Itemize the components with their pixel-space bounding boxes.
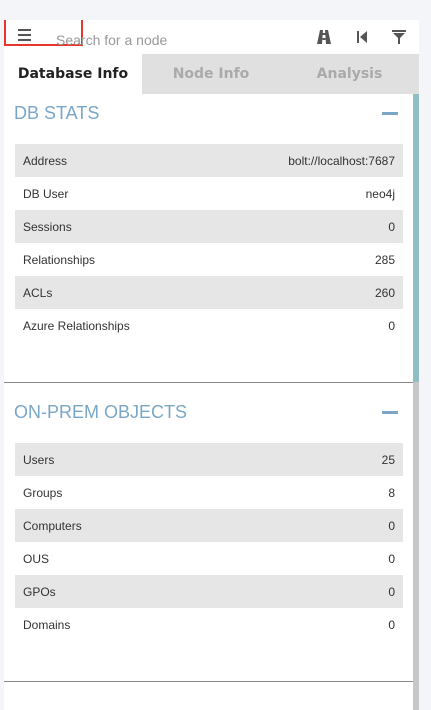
row-label: GPOs bbox=[23, 584, 56, 599]
row-value: 0 bbox=[388, 318, 395, 333]
back-icon[interactable] bbox=[354, 29, 370, 45]
table-row: Users 25 bbox=[15, 443, 403, 476]
database-info-panel: Database Info Node Info Analysis DB STAT… bbox=[4, 20, 419, 710]
row-label: ACLs bbox=[23, 285, 53, 300]
row-label: Users bbox=[23, 452, 55, 467]
row-label: Relationships bbox=[23, 252, 96, 267]
section-divider bbox=[4, 681, 413, 682]
row-label: Computers bbox=[23, 518, 82, 533]
scrollbar[interactable] bbox=[413, 94, 419, 710]
row-value: 25 bbox=[381, 452, 395, 467]
row-label: Azure Relationships bbox=[23, 318, 130, 333]
tab-node-info[interactable]: Node Info bbox=[142, 54, 280, 94]
row-label: Domains bbox=[23, 617, 71, 632]
row-label: Groups bbox=[23, 485, 63, 500]
row-value: 260 bbox=[374, 285, 395, 300]
row-value: 8 bbox=[388, 485, 395, 500]
table-row: ACLs 260 bbox=[15, 276, 403, 309]
table-row: Address bolt://localhost:7687 bbox=[15, 144, 403, 177]
hamburger-menu-icon bbox=[18, 29, 31, 41]
onprem-objects-title: ON-PREM OBJECTS bbox=[14, 402, 188, 422]
row-value: 0 bbox=[388, 617, 395, 632]
row-value: 0 bbox=[388, 219, 395, 234]
tab-analysis[interactable]: Analysis bbox=[280, 54, 419, 94]
onprem-objects-table: Users 25 Groups 8 Computers 0 OUS 0 GPOs… bbox=[15, 443, 403, 641]
table-row: Relationships 285 bbox=[15, 243, 403, 276]
table-row: Azure Relationships 0 bbox=[15, 309, 403, 342]
scrollbar-thumb[interactable] bbox=[413, 94, 419, 382]
row-label: OUS bbox=[23, 551, 50, 566]
search-bar bbox=[4, 20, 419, 54]
row-value: 285 bbox=[374, 252, 395, 267]
onprem-collapse-icon[interactable] bbox=[382, 411, 398, 414]
filter-icon[interactable] bbox=[391, 29, 407, 45]
db-stats-title: DB STATS bbox=[14, 103, 100, 123]
row-value: 0 bbox=[388, 584, 395, 599]
table-row: Computers 0 bbox=[15, 509, 403, 542]
table-row: Domains 0 bbox=[15, 608, 403, 641]
row-value: neo4j bbox=[365, 186, 395, 201]
table-row: GPOs 0 bbox=[15, 575, 403, 608]
tab-database-info[interactable]: Database Info bbox=[4, 54, 142, 94]
row-value: 0 bbox=[388, 518, 395, 533]
db-stats-collapse-icon[interactable] bbox=[382, 112, 398, 115]
db-stats-table: Address bolt://localhost:7687 DB User ne… bbox=[15, 144, 403, 342]
table-row: Sessions 0 bbox=[15, 210, 403, 243]
tab-bar: Database Info Node Info Analysis bbox=[4, 54, 419, 94]
row-value: 0 bbox=[388, 551, 395, 566]
table-row: Groups 8 bbox=[15, 476, 403, 509]
pathfinding-icon[interactable] bbox=[316, 29, 332, 45]
table-row: DB User neo4j bbox=[15, 177, 403, 210]
section-divider bbox=[4, 382, 413, 383]
table-row: OUS 0 bbox=[15, 542, 403, 575]
row-label: Address bbox=[23, 153, 68, 168]
search-input[interactable] bbox=[54, 29, 258, 51]
row-label: Sessions bbox=[23, 219, 72, 234]
row-value: bolt://localhost:7687 bbox=[288, 153, 395, 168]
row-label: DB User bbox=[23, 186, 69, 201]
